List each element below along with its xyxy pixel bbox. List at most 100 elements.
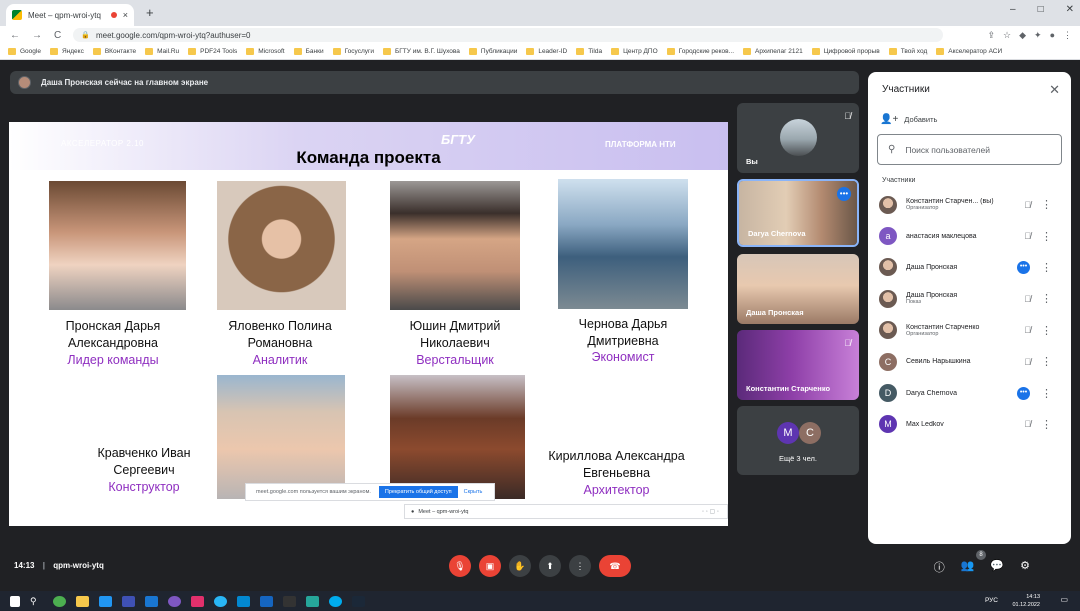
participant-tile[interactable]: ••• Darya Chernova (737, 179, 859, 247)
search-icon[interactable]: ⚲ (30, 596, 43, 607)
participant-row[interactable]: Даша Пронская ••• ⋮ (868, 252, 1071, 283)
participant-row[interactable]: Константин Старчен... (вы) Организатор 🎙̸ ⋮ (868, 189, 1071, 220)
info-icon[interactable]: ⓘ (934, 559, 945, 575)
minimize-icon[interactable]: – (1010, 4, 1016, 15)
meeting-control-bar: 14:13 | qpm-wroi-ytq 🎙 ▣ ✋ ⬆ ⋮ ☎ ⓘ 👥 💬 ⚙… (0, 546, 1080, 588)
telegram-icon[interactable] (214, 595, 227, 607)
search-input[interactable]: ⚲ Поиск пользователей (877, 134, 1062, 165)
close-panel-icon[interactable]: ✕ (1049, 82, 1060, 98)
maximize-icon[interactable]: □ (1038, 4, 1044, 15)
people-icon[interactable]: 👥 (961, 559, 975, 575)
profile-icon[interactable]: ● (1050, 30, 1055, 41)
bookmark[interactable]: Публикации (468, 48, 517, 55)
stop-sharing-button[interactable]: Прекратить общий доступ (378, 486, 458, 498)
participant-tile[interactable]: 🎙̸ Константин Старченко (737, 330, 859, 400)
bookmark[interactable]: Tilda (576, 48, 602, 55)
bookmark[interactable]: БГТУ им. В.Г. Шухова (383, 48, 460, 55)
tab-close-icon[interactable]: × (123, 10, 128, 20)
file-explorer-icon[interactable] (76, 595, 89, 607)
store-icon[interactable] (99, 595, 112, 607)
member-role: Лидер команды (67, 353, 159, 367)
participant-more-icon[interactable]: ⋮ (1041, 261, 1052, 274)
hide-notice-link[interactable]: Скрыть (464, 489, 483, 495)
recording-indicator-icon (110, 12, 117, 18)
raise-hand-button[interactable]: ✋ (509, 555, 531, 577)
participant-row[interactable]: Константин Старченко Организатор 🎙̸ ⋮ (868, 315, 1071, 346)
participant-tile[interactable]: Даша Пронская (737, 254, 859, 324)
participant-row[interactable]: D Darya Chernova ••• ⋮ (868, 377, 1071, 408)
participant-more-icon[interactable]: ⋮ (1041, 355, 1052, 368)
back-icon[interactable]: ← (10, 30, 20, 41)
mic-off-icon[interactable]: 🎙̸ (1024, 231, 1031, 241)
participant-name: Севиль Нарышкина (906, 358, 971, 366)
notifications-icon[interactable]: ▭ (1060, 595, 1068, 604)
app-icon[interactable] (237, 595, 250, 607)
add-people-button[interactable]: 👤+ Добавить (880, 114, 937, 125)
bookmark[interactable]: Твой ход (888, 48, 927, 55)
bookmark[interactable]: Mail.Ru (145, 48, 179, 55)
participant-more-icon[interactable]: ⋮ (1041, 198, 1052, 211)
app-icon[interactable] (260, 595, 273, 607)
participant-row[interactable]: Даша Пронская Показ 🎙̸ ⋮ (868, 283, 1071, 314)
more-options-button[interactable]: ⋮ (569, 555, 591, 577)
camera-toggle-button[interactable]: ▣ (479, 555, 501, 577)
viber-icon[interactable] (168, 595, 181, 607)
skype-icon[interactable] (329, 595, 342, 607)
bookmark[interactable]: PDF24 Tools (188, 48, 237, 55)
participant-row[interactable]: С Севиль Нарышкина 🎙̸ ⋮ (868, 346, 1071, 377)
bookmark[interactable]: Госуслуги (332, 48, 374, 55)
mic-toggle-button[interactable]: 🎙 (449, 555, 471, 577)
mic-off-icon[interactable]: 🎙̸ (1024, 294, 1031, 304)
bookmark[interactable]: Банки (293, 48, 324, 55)
url-field[interactable]: 🔒 meet.google.com/qpm-wroi-ytq?authuser=… (73, 28, 944, 42)
bookmark[interactable]: Городские реков... (666, 48, 734, 55)
reload-icon[interactable]: C (54, 30, 61, 41)
participant-more-icon[interactable]: ⋮ (1041, 418, 1052, 431)
bookmark[interactable]: Microsoft (246, 48, 285, 55)
menu-icon[interactable]: ⋮ (1063, 30, 1072, 41)
extension-icon[interactable]: ◆ (1019, 30, 1026, 41)
instagram-icon[interactable] (191, 595, 204, 607)
teams-icon[interactable] (122, 595, 135, 607)
zoom-icon[interactable] (145, 595, 158, 607)
bookmark[interactable]: Цифровой прорыв (811, 48, 880, 55)
mic-off-icon[interactable]: 🎙̸ (1024, 419, 1031, 429)
participant-more-icon[interactable]: ⋮ (1041, 230, 1052, 243)
close-window-icon[interactable]: ✕ (1066, 4, 1074, 15)
language-indicator[interactable]: РУС (985, 597, 998, 604)
participant-more-icon[interactable]: ⋮ (1041, 387, 1052, 400)
system-clock[interactable]: 14:13 01.12.2022 (1012, 593, 1040, 609)
bookmark[interactable]: Архипелаг 2121 (743, 48, 803, 55)
participant-more-icon[interactable]: ⋮ (1041, 324, 1052, 337)
mic-off-icon[interactable]: 🎙̸ (1024, 325, 1031, 335)
windows-start-icon[interactable] (10, 595, 20, 607)
forward-icon[interactable]: → (32, 30, 42, 41)
mic-off-icon[interactable]: 🎙̸ (1024, 200, 1031, 210)
browser-tab[interactable]: Meet – qpm-wroi-ytq × (6, 4, 134, 26)
present-screen-button[interactable]: ⬆ (539, 555, 561, 577)
bookmark[interactable]: ВКонтакте (92, 48, 136, 55)
bookmark[interactable]: Центр ДПО (611, 48, 658, 55)
participant-tile-self[interactable]: 🎙̸ Вы (737, 103, 859, 173)
epic-games-icon[interactable] (283, 595, 296, 607)
chrome-icon[interactable] (53, 595, 66, 607)
bookmark[interactable]: Яндекс (49, 48, 84, 55)
bookmark[interactable]: Leader-ID (526, 48, 567, 55)
leave-call-button[interactable]: ☎ (599, 555, 631, 577)
participant-more-icon[interactable]: ⋮ (1041, 292, 1052, 305)
steam-icon[interactable] (352, 595, 365, 607)
bookmark[interactable]: Акселератор АСИ (936, 48, 1002, 55)
puzzle-icon[interactable]: ✦ (1034, 30, 1042, 41)
mic-off-icon[interactable]: 🎙̸ (1024, 357, 1031, 367)
share-icon[interactable]: ⇪ (987, 30, 995, 41)
app-icon[interactable] (306, 595, 319, 607)
more-participants-tile[interactable]: M C Ещё 3 чел. (737, 406, 859, 475)
new-tab-button[interactable]: + (146, 5, 154, 20)
participant-row[interactable]: M Max Ledkov 🎙̸ ⋮ (868, 409, 1071, 440)
participant-row[interactable]: а анастасия маклецова 🎙̸ ⋮ (868, 220, 1071, 251)
star-icon[interactable]: ☆ (1003, 30, 1011, 41)
more-participants-label: Ещё 3 чел. (779, 454, 817, 463)
chat-icon[interactable]: 💬 (990, 559, 1004, 575)
activities-icon[interactable]: ⚙ (1020, 559, 1030, 575)
bookmark[interactable]: Google (8, 48, 41, 55)
